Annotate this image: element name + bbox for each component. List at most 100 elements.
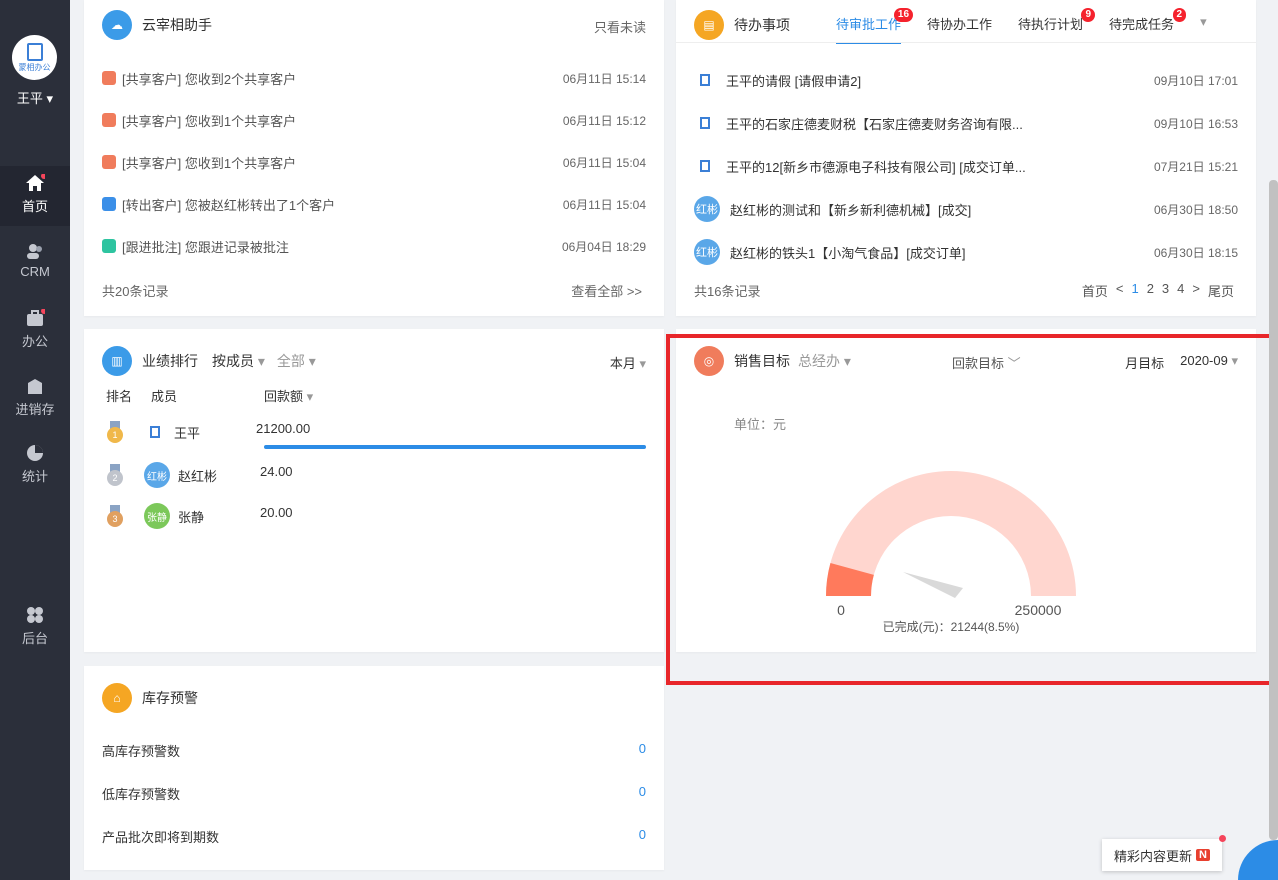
card-title: 待办事项	[734, 17, 790, 33]
nav-office[interactable]: 办公	[0, 301, 70, 361]
todo-time: 06月30日 18:15	[1153, 245, 1238, 260]
message-type-icon	[102, 239, 116, 253]
message-item[interactable]: [跟进批注] 您跟进记录被批注 06月04日 18:29	[102, 236, 646, 256]
cloud-icon: ☁	[102, 10, 132, 40]
stock-value: 0	[638, 827, 646, 842]
amount-value: 21200.00	[256, 420, 311, 436]
tab-2[interactable]: 待执行计划 9	[1018, 8, 1096, 44]
tab-label: 待执行计划	[1018, 17, 1084, 32]
tab-3[interactable]: 待完成任务 2	[1109, 8, 1187, 44]
period-select[interactable]: 本月 ▾	[610, 353, 646, 372]
message-item[interactable]: [共享客户] 您收到2个共享客户 06月11日 15:14	[102, 68, 646, 88]
nav-label: 统计	[21, 469, 48, 484]
tabs-more-icon[interactable]: ▾	[1200, 14, 1207, 44]
member-name: 王平	[174, 425, 201, 441]
page-3[interactable]: 3	[1162, 281, 1169, 300]
company-logo-icon	[694, 155, 716, 177]
amount-value: 20.00	[260, 504, 293, 520]
todo-time: 07月21日 15:21	[1153, 159, 1238, 174]
tab-label: 待协办工作	[927, 17, 993, 32]
stock-row-low[interactable]: 低库存预警数 0	[102, 784, 646, 803]
avatar: 红彬	[694, 239, 720, 265]
prev-page[interactable]: <	[1116, 281, 1124, 300]
tab-0[interactable]: 待审批工作 16	[836, 8, 914, 44]
message-time: 06月11日 15:12	[562, 113, 646, 128]
stock-label: 低库存预警数	[102, 787, 181, 802]
logo-icon	[26, 42, 43, 61]
ranking-row[interactable]: 3 张静 张静 20.00	[106, 503, 293, 529]
company-logo-icon	[694, 69, 716, 91]
promo-new-badge: N	[1196, 849, 1210, 861]
tab-label: 待完成任务	[1109, 17, 1175, 32]
page-1[interactable]: 1	[1131, 281, 1138, 300]
tab-badge: 16	[893, 8, 914, 22]
nav-label: 办公	[21, 334, 48, 349]
stock-value: 0	[638, 784, 646, 799]
message-type-icon	[102, 155, 116, 169]
todo-item[interactable]: 王平的请假 [请假申请2] 09月10日 17:01	[694, 70, 1238, 90]
ranking-row[interactable]: 2 红彬 赵红彬 24.00	[106, 462, 293, 488]
col-amount-sort[interactable]: 回款额 ▾	[264, 386, 313, 405]
stock-label: 产品批次即将到期数	[102, 830, 220, 845]
user-avatar[interactable]: 蒙相办公	[12, 35, 57, 80]
record-count: 共16条记录	[694, 284, 761, 299]
users-icon	[27, 244, 42, 259]
user-menu[interactable]: 王平 ▾	[0, 88, 70, 107]
view-all-link[interactable]: 查看全部 >>	[571, 281, 642, 300]
assistant-card: ☁ 云宰相助手 只看未读 [共享客户] 您收到2个共享客户 06月11日 15:14…	[84, 0, 664, 316]
nav-inventory[interactable]: 进销存	[0, 369, 70, 429]
tab-1[interactable]: 待协办工作	[927, 14, 992, 44]
message-time: 06月11日 15:14	[562, 71, 646, 86]
medal-icon: 2	[106, 464, 124, 486]
logo-mark	[150, 426, 160, 438]
feedback-button[interactable]	[1238, 840, 1278, 880]
scrollbar[interactable]	[1269, 180, 1278, 840]
logo-mark	[700, 160, 710, 172]
message-item[interactable]: [共享客户] 您收到1个共享客户 06月11日 15:04	[102, 152, 646, 172]
message-time: 06月04日 18:29	[561, 239, 646, 254]
member-name: 赵红彬	[178, 468, 218, 484]
ranking-row[interactable]: 1 王平 21200.00	[106, 421, 310, 443]
todo-item[interactable]: 王平的石家庄德麦财税【石家庄德麦财务咨询有限... 09月10日 16:53	[694, 113, 1238, 133]
todo-item[interactable]: 红彬 赵红彬的测试和【新乡新利德机械】[成交] 06月30日 18:50	[694, 196, 1238, 222]
record-count: 共20条记录	[102, 284, 169, 299]
company-logo-icon	[144, 421, 166, 443]
todo-time: 09月10日 17:01	[1153, 73, 1238, 88]
page-2[interactable]: 2	[1147, 281, 1154, 300]
pie-chart-icon	[27, 445, 43, 461]
nav-admin[interactable]: 后台	[0, 598, 70, 658]
col-member: 成员	[151, 389, 178, 404]
nav-label: 后台	[21, 631, 48, 646]
todo-item[interactable]: 王平的12[新乡市德源电子科技有限公司] [成交订单... 07月21日 15:2…	[694, 156, 1238, 176]
period-value: 本月	[609, 356, 636, 371]
amount-value: 24.00	[260, 463, 293, 479]
nav-crm[interactable]: CRM	[0, 234, 70, 294]
tab-label: 待审批工作	[836, 17, 902, 32]
scope-select[interactable]: 全部 ▾	[277, 351, 316, 371]
last-page[interactable]: 尾页	[1208, 281, 1234, 300]
highlight-box	[666, 334, 1273, 685]
message-item[interactable]: [转出客户] 您被赵红彬转出了1个客户 06月11日 15:04	[102, 194, 646, 214]
nav-home[interactable]: 首页	[0, 166, 70, 226]
message-text: [跟进批注] 您跟进记录被批注	[122, 239, 289, 255]
todo-time: 06月30日 18:50	[1153, 202, 1238, 217]
message-text: [转出客户] 您被赵红彬转出了1个客户	[122, 197, 336, 213]
stock-row-high[interactable]: 高库存预警数 0	[102, 741, 646, 760]
message-text: [共享客户] 您收到2个共享客户	[122, 71, 297, 87]
col-rank: 排名	[106, 389, 133, 404]
group-by-select[interactable]: 按成员 ▾	[212, 351, 265, 371]
unread-filter[interactable]: 只看未读	[594, 17, 646, 36]
message-item[interactable]: [共享客户] 您收到1个共享客户 06月11日 15:12	[102, 110, 646, 130]
member-name: 张静	[178, 509, 205, 525]
next-page[interactable]: >	[1192, 281, 1200, 300]
card-title: 业绩排行	[142, 353, 198, 369]
page-4[interactable]: 4	[1177, 281, 1184, 300]
nav-stats[interactable]: 统计	[0, 436, 70, 496]
first-page[interactable]: 首页	[1082, 281, 1108, 300]
warehouse-icon	[28, 379, 42, 394]
stock-row-expiring[interactable]: 产品批次即将到期数 0	[102, 827, 646, 846]
promo-banner[interactable]: 精彩内容更新 N	[1102, 835, 1226, 871]
todo-icon: ▤	[694, 10, 724, 40]
todo-item[interactable]: 红彬 赵红彬的铁头1【小淘气食品】[成交订单] 06月30日 18:15	[694, 239, 1238, 265]
col-amount: 回款额	[264, 389, 304, 404]
